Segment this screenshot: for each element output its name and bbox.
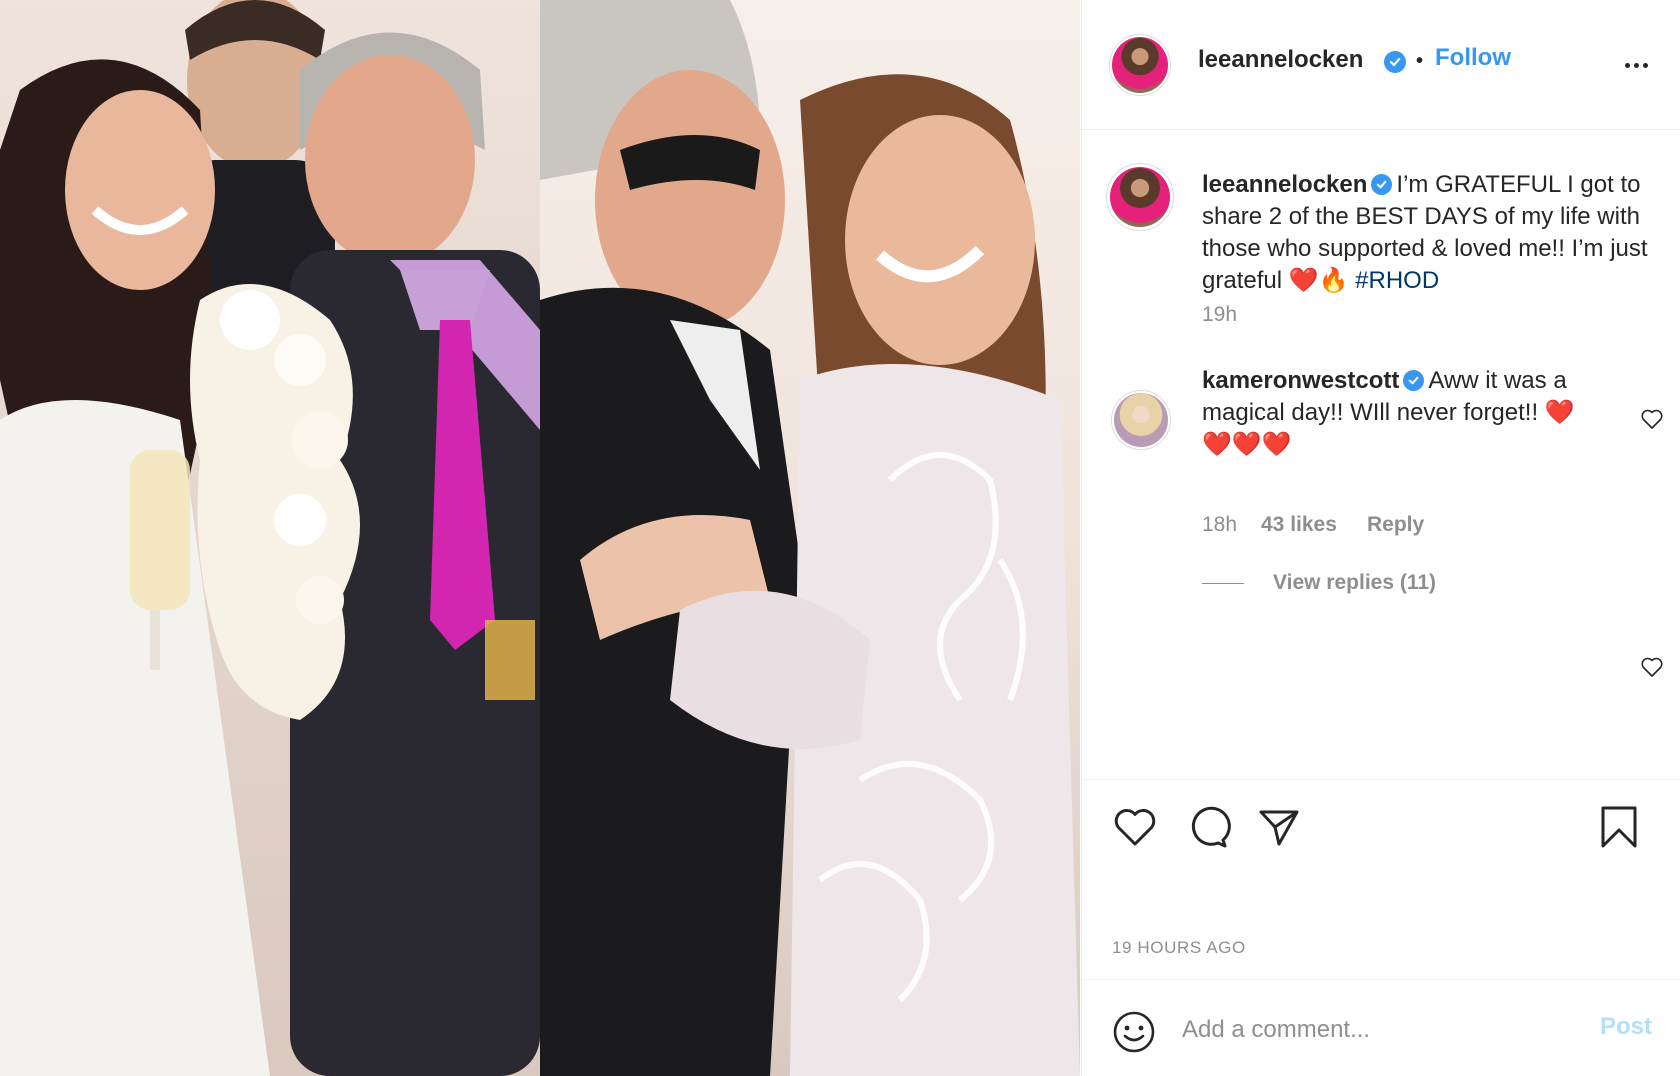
caption-text-block: leeannelocken I’m GRATEFUL I got to share… bbox=[1202, 169, 1652, 297]
add-comment-bar: Post bbox=[1082, 979, 1680, 1076]
bookmark-icon[interactable] bbox=[1596, 804, 1642, 850]
view-replies-button[interactable]: View replies (11) bbox=[1273, 571, 1436, 595]
caption-author-avatar[interactable] bbox=[1110, 167, 1170, 227]
commenter-username[interactable]: kameronwestcott bbox=[1202, 367, 1399, 394]
comment-text-block: kameronwestcott Aww it was a magical day!… bbox=[1202, 365, 1652, 461]
comment-likes[interactable]: 43 likes bbox=[1261, 513, 1337, 537]
emoji-icon[interactable] bbox=[1112, 1010, 1156, 1054]
post-media[interactable] bbox=[0, 0, 1080, 1076]
commenter-avatar[interactable] bbox=[1114, 393, 1168, 447]
photo-left-wedding-guests bbox=[0, 0, 540, 1076]
post-comment-button[interactable]: Post bbox=[1600, 1013, 1652, 1041]
comment-time[interactable]: 18h bbox=[1202, 513, 1237, 537]
hashtag-link[interactable]: #RHOD bbox=[1355, 267, 1439, 294]
comment-input[interactable] bbox=[1182, 1008, 1552, 1052]
comment-bubble-icon[interactable] bbox=[1185, 804, 1231, 850]
post-actions-bar bbox=[1082, 779, 1680, 909]
verified-badge-icon bbox=[1403, 370, 1425, 391]
replies-divider bbox=[1202, 583, 1244, 584]
verified-badge-icon bbox=[1384, 51, 1406, 73]
more-options-icon[interactable] bbox=[1625, 55, 1655, 75]
author-avatar[interactable] bbox=[1112, 37, 1168, 93]
caption-time[interactable]: 19h bbox=[1202, 303, 1237, 327]
post-header: leeannelocken • Follow bbox=[1082, 0, 1680, 130]
caption-emoji: ❤️🔥 bbox=[1288, 267, 1349, 294]
comment-like-heart-icon[interactable] bbox=[1640, 407, 1664, 431]
post-timestamp[interactable]: 19 HOURS AGO bbox=[1112, 938, 1246, 958]
paper-plane-icon[interactable] bbox=[1256, 804, 1302, 850]
author-username[interactable]: leeannelocken bbox=[1198, 46, 1363, 74]
verified-badge-icon bbox=[1371, 174, 1393, 195]
comments-list[interactable]: leeannelocken I’m GRATEFUL I got to share… bbox=[1082, 131, 1680, 779]
reply-button[interactable]: Reply bbox=[1367, 513, 1424, 537]
comment-body-line2: ❤️❤️❤️ bbox=[1202, 431, 1292, 458]
heart-icon[interactable] bbox=[1112, 804, 1158, 850]
caption-username[interactable]: leeannelocken bbox=[1202, 171, 1367, 198]
post-side-panel: leeannelocken • Follow leeannelocken I’m … bbox=[1081, 0, 1680, 1076]
header-separator: • bbox=[1416, 50, 1424, 72]
follow-button[interactable]: Follow bbox=[1435, 44, 1511, 72]
comment-like-heart-icon[interactable] bbox=[1640, 655, 1664, 679]
photo-right-wedding-dance bbox=[540, 0, 1080, 1076]
